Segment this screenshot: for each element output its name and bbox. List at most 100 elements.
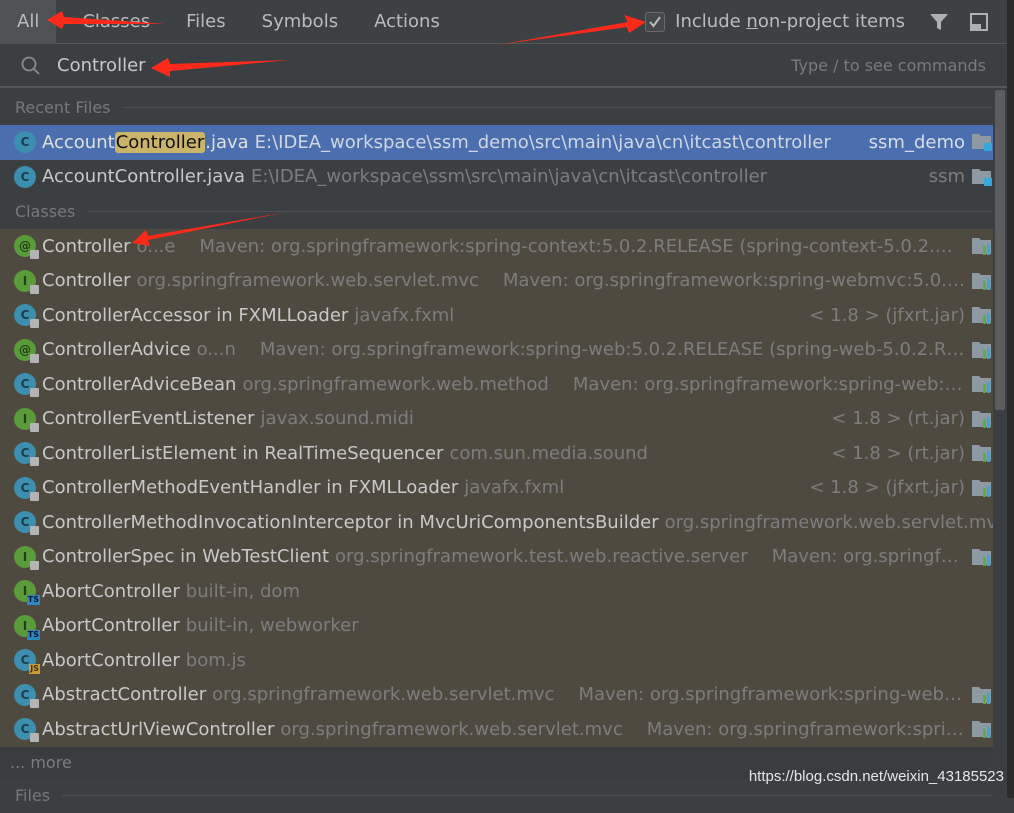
library-icon [972,272,991,290]
class-location: bom.js [185,649,246,671]
class-location: javax.sound.midi [260,408,414,430]
class-name: ControllerAdvice [42,339,191,361]
recent-file-item[interactable]: C AccountController.java E:\IDEA_workspace… [0,159,993,194]
lock-icon [30,491,39,501]
module-name: ssm [928,166,965,188]
class-location: org.springframework.web.servlet.mvc.meth… [664,511,993,533]
class-item[interactable]: I ControllerEventListener javax.sound.midi… [0,401,993,436]
class-item[interactable]: C ControllerListElement in RealTimeSequen… [0,436,993,471]
lock-icon [30,457,39,467]
class-location: org.springframework.web.servlet.mvc [280,718,623,740]
tab-files[interactable]: Files [168,0,244,44]
class-name: Controller [42,235,131,257]
open-in-window-button[interactable] [967,10,991,34]
label-prefix: Include [675,11,747,32]
class-item[interactable]: C ControllerAccessor in FXMLLoader javafx.… [0,298,993,333]
label-suffix: on-project items [757,11,905,32]
library-name: Maven: org.springframework:spring-web:5.… [572,373,965,395]
class-icon: C [14,511,39,536]
library-name: Maven: org.springframework:spring-contex… [199,235,965,257]
library-name: < 1.8 > (rt.jar) [831,442,965,464]
library-icon [972,479,991,497]
class-item[interactable]: C ControllerAdviceBean org.springframework… [0,367,993,402]
divider [62,794,993,796]
class-name: ControllerAccessor in FXMLLoader [42,304,349,326]
class-name: AbstractUrlViewController [42,718,275,740]
tab-symbols[interactable]: Symbols [244,0,356,44]
class-item[interactable]: @ ControllerAdvice o...n Maven: org.springf… [0,332,993,367]
class-item[interactable]: I TS AbortController built-in, webworker [0,608,993,643]
filter-button[interactable] [927,10,951,34]
tab-actions[interactable]: Actions [356,0,458,44]
class-name: ControllerEventListener [42,408,255,430]
divider [87,211,993,212]
class-icon: C [14,718,39,743]
module-folder-icon [972,168,992,186]
class-name: ControllerAdviceBean [42,373,237,395]
classes-group: @ Controller o...e Maven: org.springframewo… [0,229,993,747]
class-item[interactable]: I Controller org.springframework.web.servl… [0,263,993,298]
recent-file-item[interactable]: C AccountController.java E:\IDEA_workspace… [0,125,993,160]
match-highlight: Controller [114,131,206,153]
library-name: Maven: org.springframework:spring-webmvc… [646,718,965,740]
class-item[interactable]: C ControllerMethodEventHandler in FXMLLoa… [0,470,993,505]
search-hint: Type / to see commands [791,56,986,75]
lock-icon [30,526,39,536]
open-in-window-icon [970,12,988,31]
ts-badge-icon: TS [26,595,40,606]
library-icon [972,238,991,256]
class-location: org.springframework.test.web.reactive.se… [335,546,748,568]
class-icon: C [14,373,39,398]
class-location: o...e [136,235,176,257]
library-name: Maven: org.springframework:spring-web:5.… [259,339,965,361]
class-icon: C [14,131,36,154]
tab-all[interactable]: All [0,0,57,44]
scrollbar[interactable] [993,90,1007,746]
class-location: javafx.fxml [464,477,565,499]
lock-icon [30,319,39,329]
divider [122,107,993,108]
class-name: Controller [42,270,131,292]
class-item[interactable]: C ControllerMethodInvocationInterceptor i… [0,505,993,540]
section-recent-files: Recent Files [0,90,993,125]
class-name: ControllerMethodInvocationInterceptor in… [42,511,659,533]
library-icon [972,548,991,566]
lock-icon [30,698,39,708]
module-folder-icon [972,134,992,152]
lock-icon [30,284,39,294]
scrollbar-thumb[interactable] [995,90,1005,410]
class-name: ControllerListElement in RealTimeSequenc… [42,442,444,464]
interface-icon: I TS [14,614,40,640]
class-item[interactable]: I ControllerSpec in WebTestClient org.spri… [0,539,993,574]
class-item[interactable]: C JS AbortController bom.js [0,643,993,678]
class-location: o...n [196,339,236,361]
file-name: AccountController.java [42,131,249,153]
tab-classes[interactable]: Classes [56,0,168,44]
library-name: < 1.8 > (jfxrt.jar) [809,477,965,499]
include-non-project-label[interactable]: Include non-project items [675,11,905,32]
class-name: AbortController [42,649,180,671]
class-item[interactable]: @ Controller o...e Maven: org.springframewo… [0,229,993,264]
lock-icon [30,388,39,398]
label-mnemonic: n [746,11,758,32]
class-name: AbortController [42,580,180,602]
class-item[interactable]: I TS AbortController built-in, dom [0,574,993,609]
lock-icon [30,353,39,363]
annotation-icon: @ [14,338,39,363]
class-location: org.springframework.web.servlet.mvc [212,684,555,706]
name-part: Account [42,131,115,153]
lock-icon [30,733,39,743]
search-input[interactable] [57,55,657,76]
search-bar: Type / to see commands [0,45,1007,88]
class-icon: C [14,442,39,467]
include-non-project-checkbox[interactable] [645,11,666,32]
library-icon [972,721,991,739]
search-everywhere-tabs: All Classes Files Symbols Actions Includ… [0,0,1007,44]
class-item[interactable]: C AbstractController org.springframework.w… [0,677,993,712]
lock-icon [30,250,39,260]
library-name: Maven: org.springframework:spring-test:5… [771,546,965,568]
checkmark-icon [649,15,661,28]
class-item[interactable]: C AbstractUrlViewController org.springfram… [0,712,993,747]
annotation-icon: @ [14,235,39,260]
file-name: AccountController.java [42,166,245,187]
